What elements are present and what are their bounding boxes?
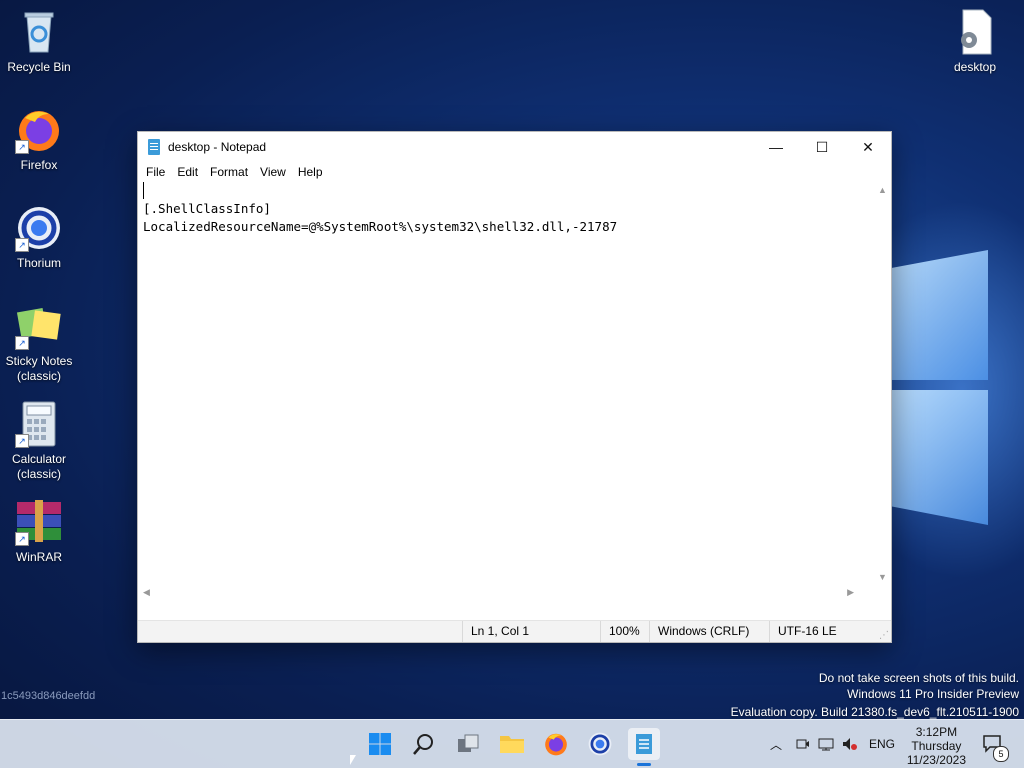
horizontal-scrollbar[interactable]: ◀ ▶	[138, 584, 874, 602]
scroll-left-icon[interactable]: ◀	[143, 587, 150, 598]
close-icon: ✕	[862, 138, 874, 155]
thorium-icon	[588, 732, 612, 756]
show-hidden-icons-button[interactable]: ︿	[770, 720, 782, 768]
desktop-icon-calculator[interactable]: ↗ Calculator (classic)	[0, 400, 78, 482]
start-button[interactable]	[364, 728, 396, 760]
watermark-line: Evaluation copy. Build 21380.fs_dev6_flt…	[730, 705, 1019, 719]
text-caret	[143, 182, 144, 199]
desktop-icon-label: Calculator (classic)	[11, 452, 67, 481]
desktop-icon-label: WinRAR	[15, 550, 62, 564]
desktop-icon-label: Recycle Bin	[7, 60, 71, 74]
watermark-line: Windows 11 Pro Insider Preview	[847, 687, 1019, 701]
desktop-icon-label: desktop	[953, 60, 997, 74]
mouse-cursor-icon	[350, 755, 356, 765]
settings-file-icon	[951, 8, 999, 56]
desktop-icon-firefox[interactable]: ↗ Firefox	[0, 106, 78, 173]
text-line: [.ShellClassInfo]	[143, 201, 271, 216]
text-line: LocalizedResourceName=@%SystemRoot%\syst…	[143, 219, 618, 234]
firefox-icon	[545, 733, 567, 756]
menu-help[interactable]: Help	[292, 165, 329, 179]
menu-file[interactable]: File	[140, 165, 171, 179]
window-title: desktop - Notepad	[168, 140, 267, 154]
desktop-icon-label: Thorium	[16, 256, 61, 270]
calculator-icon: ↗	[15, 400, 63, 448]
scroll-right-icon[interactable]: ▶	[847, 587, 854, 598]
shortcut-arrow-icon: ↗	[15, 140, 29, 154]
desktop-icon-sticky-notes[interactable]: ↗ Sticky Notes (classic)	[0, 302, 78, 384]
title-bar[interactable]: desktop - Notepad — ☐ ✕	[138, 132, 891, 162]
desktop-icon-label: Sticky Notes (classic)	[5, 354, 73, 383]
folder-icon	[500, 736, 524, 753]
meet-now-icon[interactable]	[796, 720, 810, 768]
clock-date: 11/23/2023	[906, 753, 966, 767]
desktop-icon-desktop-ini[interactable]: desktop	[936, 8, 1014, 75]
vertical-scrollbar[interactable]: ▲ ▼	[874, 182, 891, 584]
text-editor[interactable]: [.ShellClassInfo] LocalizedResourceName=@…	[138, 182, 891, 602]
notepad-icon	[636, 734, 652, 754]
windows-start-icon	[369, 733, 391, 755]
clock[interactable]: 3:12PM Thursday 11/23/2023	[907, 725, 966, 767]
shortcut-arrow-icon: ↗	[15, 336, 29, 350]
maximize-icon: ☐	[815, 138, 829, 155]
windows-logo-pane-bottom	[890, 390, 988, 525]
active-indicator	[637, 763, 651, 766]
status-position: Ln 1, Col 1	[462, 621, 529, 642]
desktop-icon-label: Firefox	[20, 158, 58, 172]
recycle-bin-icon	[15, 8, 63, 56]
scroll-up-icon[interactable]: ▲	[878, 185, 887, 195]
menu-format[interactable]: Format	[204, 165, 254, 179]
volume-muted-icon[interactable]	[842, 720, 858, 768]
sticky-notes-icon: ↗	[15, 302, 63, 350]
desktop-icon-thorium[interactable]: ↗ Thorium	[0, 204, 78, 271]
desktop-icon-recycle-bin[interactable]: Recycle Bin	[0, 8, 78, 75]
shortcut-arrow-icon: ↗	[15, 434, 29, 448]
task-view-icon	[458, 734, 479, 752]
notification-badge: 5	[993, 746, 1009, 762]
notepad-taskbar-button[interactable]	[628, 728, 660, 766]
menu-view[interactable]: View	[254, 165, 292, 179]
chevron-up-icon: ︿	[770, 737, 783, 752]
close-button[interactable]: ✕	[845, 132, 891, 162]
shortcut-arrow-icon: ↗	[15, 532, 29, 546]
status-encoding: UTF-16 LE	[769, 621, 837, 642]
taskbar: ︿ ENG 3:12PM Thursday 11/23/2023 5	[0, 719, 1024, 768]
notification-center-button[interactable]: 5	[983, 720, 1009, 768]
firefox-icon: ↗	[15, 106, 63, 154]
windows-logo-pane-top	[890, 250, 988, 380]
status-zoom: 100%	[600, 621, 640, 642]
desktop-hash: 1c5493d846deefdd	[1, 690, 96, 702]
resize-grip-icon[interactable]: ⋰	[879, 630, 889, 641]
menu-bar: File Edit Format View Help	[138, 162, 891, 182]
notepad-window[interactable]: desktop - Notepad — ☐ ✕ File Edit Format…	[137, 131, 892, 643]
notepad-icon	[148, 139, 160, 155]
scroll-down-icon[interactable]: ▼	[878, 572, 887, 582]
clock-time: 3:12PM	[915, 725, 958, 739]
search-icon	[413, 734, 433, 755]
maximize-button[interactable]: ☐	[799, 132, 845, 162]
status-line-ending: Windows (CRLF)	[649, 621, 749, 642]
network-icon[interactable]	[818, 720, 834, 768]
status-bar: Ln 1, Col 1 100% Windows (CRLF) UTF-16 L…	[138, 620, 891, 642]
thorium-icon: ↗	[15, 204, 63, 252]
language-indicator[interactable]: ENG	[869, 720, 895, 768]
file-explorer-button[interactable]	[496, 728, 528, 760]
watermark-line: Do not take screen shots of this build.	[818, 671, 1019, 685]
desktop-icon-winrar[interactable]: ↗ WinRAR	[0, 498, 78, 565]
task-view-button[interactable]	[452, 728, 484, 760]
text-content[interactable]: [.ShellClassInfo] LocalizedResourceName=@…	[143, 200, 873, 584]
search-button[interactable]	[408, 728, 440, 760]
shortcut-arrow-icon: ↗	[15, 238, 29, 252]
firefox-taskbar-button[interactable]	[540, 728, 572, 760]
menu-edit[interactable]: Edit	[171, 165, 204, 179]
minimize-button[interactable]: —	[753, 132, 799, 162]
clock-day: Thursday	[911, 739, 962, 753]
thorium-taskbar-button[interactable]	[584, 728, 616, 760]
winrar-icon: ↗	[15, 498, 63, 546]
minimize-icon: —	[769, 139, 783, 155]
